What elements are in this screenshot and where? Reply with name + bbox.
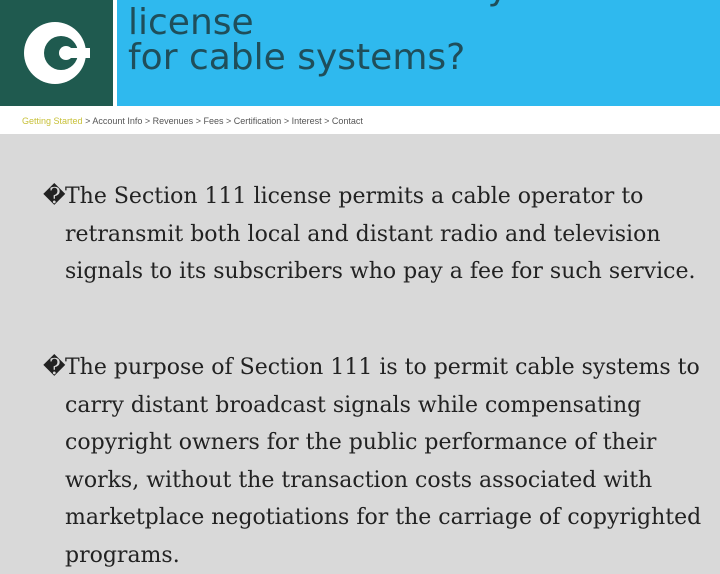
title-bar: What is the statutory license for cable … (117, 0, 720, 106)
paragraph-text: The Section 111 license permits a cable … (65, 184, 696, 284)
bullet-icon: � (43, 184, 66, 209)
page-title: What is the statutory license for cable … (128, 0, 509, 78)
breadcrumb-revenues[interactable]: Revenues (153, 116, 194, 126)
bullet-icon: � (43, 355, 66, 380)
slide-content: �The Section 111 license permits a cable… (0, 134, 720, 568)
c-logo-icon (24, 22, 90, 84)
breadcrumb-interest[interactable]: Interest (292, 116, 322, 126)
breadcrumb-contact[interactable]: Contact (332, 116, 363, 126)
breadcrumb-fees[interactable]: Fees (203, 116, 223, 126)
breadcrumb: Getting Started > Account Info > Revenue… (0, 106, 720, 134)
breadcrumb-getting-started[interactable]: Getting Started (22, 116, 83, 126)
breadcrumb-separator: > (283, 116, 292, 126)
breadcrumb-certification[interactable]: Certification (234, 116, 282, 126)
breadcrumb-separator: > (144, 116, 153, 126)
paragraph-text: The purpose of Section 111 is to permit … (65, 355, 702, 568)
breadcrumb-account-info[interactable]: Account Info (92, 116, 142, 126)
breadcrumb-separator: > (226, 116, 234, 126)
breadcrumb-separator: > (324, 116, 332, 126)
paragraph-purpose: �The purpose of Section 111 is to permit… (43, 349, 715, 574)
logo-box (0, 0, 113, 106)
paragraph-license: �The Section 111 license permits a cable… (43, 178, 715, 291)
